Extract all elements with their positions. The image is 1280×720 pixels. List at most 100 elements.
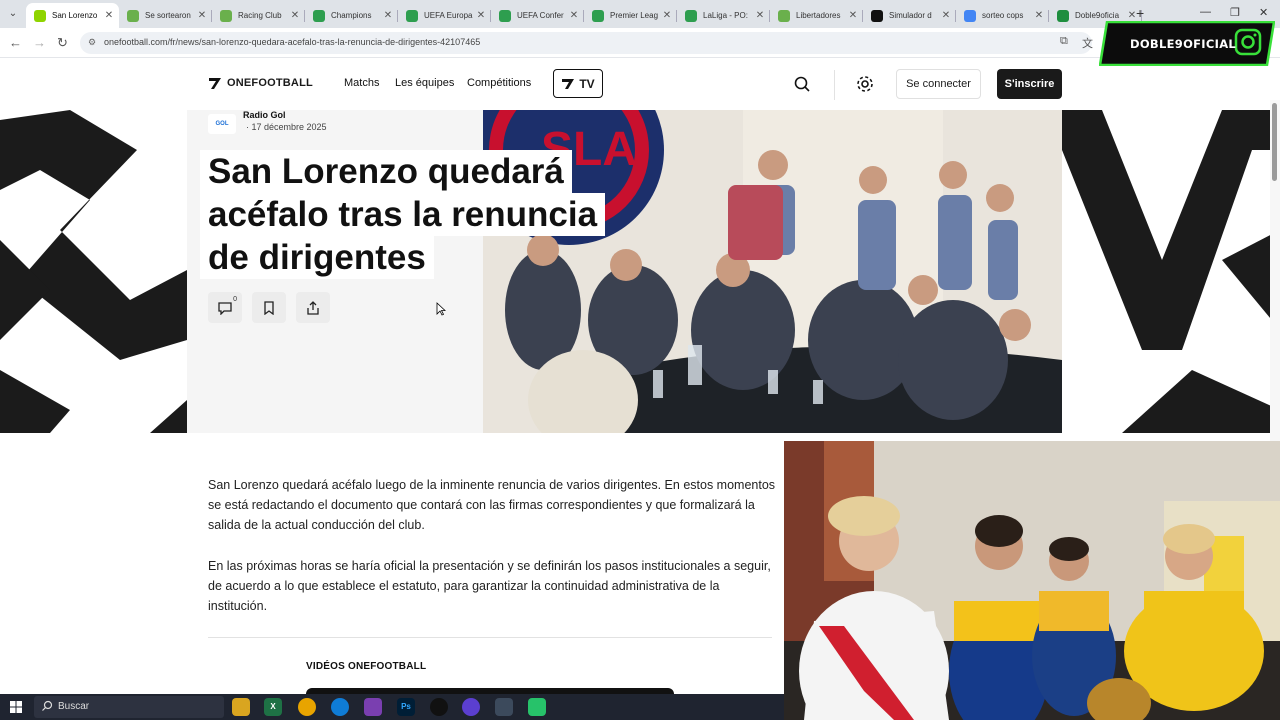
browser-tab[interactable]: sorteo cops ✕ <box>956 3 1049 28</box>
page-title: San Lorenzo quedará acéfalo tras la renu… <box>200 150 630 279</box>
tab-favicon-icon <box>1057 9 1069 22</box>
tab-favicon-icon <box>685 9 697 22</box>
tab-label: Doble9oficia <box>1075 11 1120 20</box>
url-field[interactable]: ⚙ onefootball.com/fr/news/san-lorenzo-qu… <box>80 32 1092 54</box>
new-tab-button[interactable]: + <box>1136 5 1144 21</box>
excel-icon[interactable]: X <box>264 698 282 716</box>
decorative-pattern-right <box>1062 110 1280 433</box>
tab-close-icon[interactable]: ✕ <box>754 10 766 21</box>
article-actions: 0 <box>208 292 340 323</box>
forward-icon[interactable]: → <box>33 35 46 50</box>
brand-label: DOBLE9OFICIAL <box>1130 37 1237 51</box>
browser-tab[interactable]: Premier Leag ✕ <box>584 3 677 28</box>
logo-text: ONEFOOTBALL <box>227 77 313 89</box>
tab-close-icon[interactable]: ✕ <box>103 10 115 21</box>
browser-tab[interactable]: UEFA Europa ✕ <box>398 3 491 28</box>
tv-logo-icon <box>562 78 575 89</box>
translate-icon[interactable]: 文 <box>1082 35 1093 51</box>
tab-label: Se sortearon <box>145 11 191 20</box>
signup-button[interactable]: S'inscrire <box>997 69 1062 99</box>
scrollbar-thumb[interactable] <box>1272 103 1277 181</box>
back-icon[interactable]: ← <box>9 35 22 50</box>
tab-close-icon[interactable]: ✕ <box>475 10 487 21</box>
minimize-icon[interactable]: — <box>1200 6 1211 18</box>
tab-label: San Lorenzo <box>52 11 98 20</box>
tv-label: TV <box>579 76 595 91</box>
headline-line: San Lorenzo quedará <box>200 150 572 193</box>
tab-close-icon[interactable]: ✕ <box>568 10 580 21</box>
cast-icon[interactable]: ⧉ <box>1060 35 1068 48</box>
divider <box>208 637 772 638</box>
header-divider <box>834 70 835 100</box>
taskbar-search-placeholder: Buscar <box>58 701 90 712</box>
onefootball-logo[interactable]: ONEFOOTBALL <box>208 76 313 90</box>
search-icon[interactable] <box>792 74 812 94</box>
tab-label: Racing Club <box>238 11 282 20</box>
file-explorer-icon[interactable] <box>232 698 250 716</box>
photoshop-icon[interactable]: Ps <box>397 698 415 716</box>
close-window-icon[interactable]: ✕ <box>1259 6 1268 19</box>
tab-label: Premier Leag <box>610 11 659 20</box>
nav-teams[interactable]: Les équipes <box>395 77 454 89</box>
tab-label: UEFA Europa <box>424 11 473 20</box>
article-hero: SLA GOL Radio Gol · 17 décembre 2025 San… <box>0 110 1280 433</box>
tab-favicon-icon <box>871 9 883 22</box>
browser-tab[interactable]: LaLiga - PO: ✕ <box>677 3 770 28</box>
nav-matchs[interactable]: Matchs <box>344 77 379 89</box>
reload-icon[interactable]: ↻ <box>57 35 68 51</box>
tab-label: sorteo cops <box>982 11 1024 20</box>
tab-close-icon[interactable]: ✕ <box>1033 10 1045 21</box>
browser-tab[interactable]: Racing Club ✕ <box>212 3 305 28</box>
article-date: · 17 décembre 2025 <box>246 122 327 132</box>
tab-close-icon[interactable]: ✕ <box>196 10 208 21</box>
article-body: San Lorenzo quedará acéfalo luego de la … <box>208 475 778 637</box>
onefootball-logo-icon <box>209 78 221 89</box>
browser-tab[interactable]: Champions ✕ <box>305 3 398 28</box>
edge-icon[interactable] <box>331 698 349 716</box>
maximize-icon[interactable]: ❐ <box>1230 6 1240 19</box>
search-icon <box>42 700 53 711</box>
headline-line: acéfalo tras la renuncia <box>200 193 606 236</box>
obs-icon[interactable] <box>462 698 480 716</box>
gear-icon[interactable] <box>855 74 875 94</box>
videos-section-title: VIDÉOS ONEFOOTBALL <box>306 661 427 672</box>
nav-competitions[interactable]: Compétitions <box>467 77 531 89</box>
davinci-resolve-icon[interactable] <box>430 698 448 716</box>
source-name[interactable]: Radio Gol <box>243 110 286 120</box>
share-button[interactable] <box>296 292 330 323</box>
whatsapp-icon[interactable] <box>528 698 546 716</box>
browser-tab[interactable]: UEFA Confer ✕ <box>491 3 584 28</box>
browser-tab[interactable]: Libertadores ✕ <box>770 3 863 28</box>
chrome-active-icon[interactable] <box>495 698 513 716</box>
comments-button[interactable]: 0 <box>208 292 242 323</box>
browser-tab[interactable]: San Lorenzo ✕ <box>26 3 119 28</box>
tab-close-icon[interactable]: ✕ <box>661 10 673 21</box>
tab-close-icon[interactable]: ✕ <box>940 10 952 21</box>
tab-favicon-icon <box>592 9 604 22</box>
comment-icon <box>218 301 232 315</box>
tab-favicon-icon <box>964 9 976 22</box>
tab-search-chevron-icon[interactable]: ⌄ <box>4 5 22 23</box>
browser-tab[interactable]: Simulador d ✕ <box>863 3 956 28</box>
source-logo[interactable]: GOL <box>208 114 236 134</box>
tab-close-icon[interactable]: ✕ <box>289 10 301 21</box>
tab-favicon-icon <box>313 9 325 22</box>
app-icon[interactable] <box>364 698 382 716</box>
url-text: onefootball.com/fr/news/san-lorenzo-qued… <box>104 37 481 47</box>
tv-button[interactable]: TV <box>553 69 603 98</box>
login-button[interactable]: Se connecter <box>896 69 981 99</box>
tab-close-icon[interactable]: ✕ <box>847 10 859 21</box>
browser-tab[interactable]: Se sortearon ✕ <box>119 3 212 28</box>
article-paragraph: En las próximas horas se haría oficial l… <box>208 559 771 613</box>
taskbar-search-input[interactable]: Buscar <box>34 696 224 718</box>
tab-label: UEFA Confer <box>517 11 564 20</box>
site-info-icon[interactable]: ⚙ <box>88 37 96 48</box>
windows-start-icon[interactable] <box>10 701 22 713</box>
tab-close-icon[interactable]: ✕ <box>382 10 394 21</box>
bookmark-button[interactable] <box>252 292 286 323</box>
tab-strip: San Lorenzo ✕ Se sortearon ✕ Racing Club ✕ Cha… <box>26 3 1142 28</box>
mouse-cursor-icon <box>436 302 446 316</box>
tab-label: LaLiga - PO: <box>703 11 748 20</box>
chrome-icon[interactable] <box>298 698 316 716</box>
share-icon <box>307 300 319 315</box>
